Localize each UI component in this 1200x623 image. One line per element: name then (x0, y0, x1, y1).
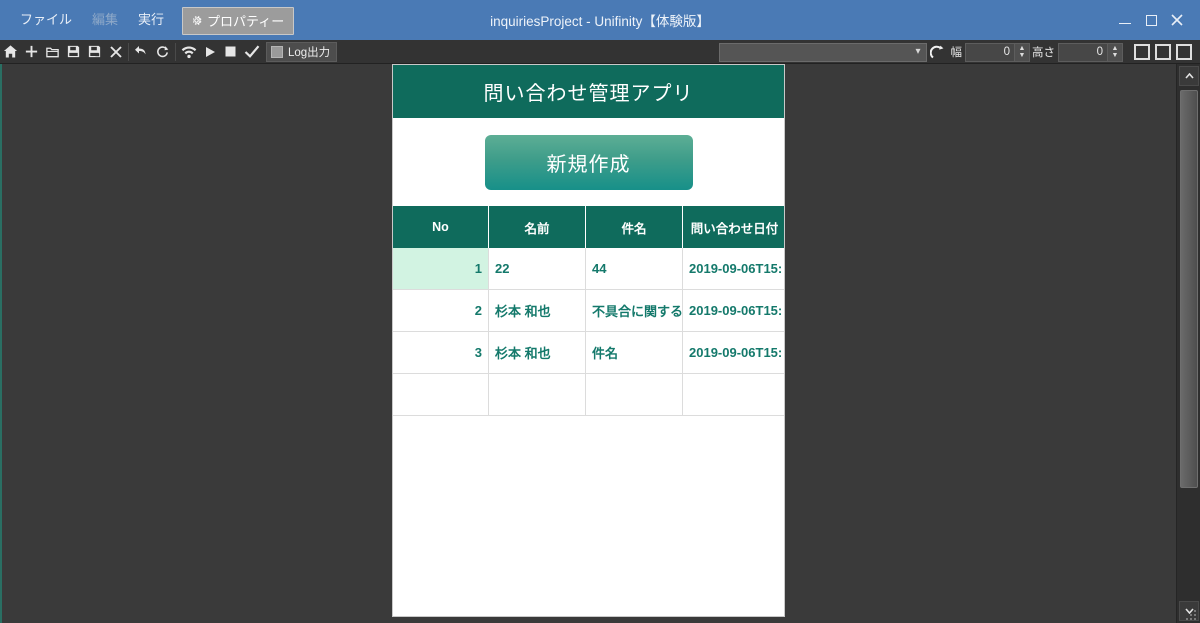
cell-subject[interactable]: 不具合に関する| (586, 290, 683, 332)
width-input[interactable]: 0 (965, 42, 1015, 62)
cell-no[interactable]: 3 (393, 332, 489, 374)
toolbar-separator (175, 42, 176, 61)
close-button[interactable] (1164, 0, 1190, 40)
close-icon (1171, 14, 1183, 26)
cell-date[interactable]: 2019-09-06T15: (683, 332, 784, 374)
table-row[interactable]: 2 杉本 和也 不具合に関する| 2019-09-06T15: (393, 290, 784, 332)
table-header-row: No 名前 件名 問い合わせ日付 (393, 206, 784, 248)
layout-button-1[interactable] (1134, 44, 1150, 60)
gear-icon (190, 14, 203, 27)
height-stepper[interactable]: ▲ ▼ (1108, 42, 1123, 62)
vertical-scrollbar[interactable] (1176, 64, 1200, 623)
height-input[interactable]: 0 (1058, 42, 1108, 62)
close-icon[interactable] (105, 41, 126, 63)
column-header-date[interactable]: 問い合わせ日付 (683, 206, 784, 248)
cell-no[interactable]: 2 (393, 290, 489, 332)
log-output-checkbox-icon (271, 45, 283, 58)
toolbar-run-group (178, 40, 262, 64)
cell-name[interactable] (489, 374, 586, 416)
width-stepper[interactable]: ▲ ▼ (1015, 42, 1030, 62)
menu-bar: ファイル 編集 実行 プロパティー (0, 0, 295, 40)
width-label: 幅 (950, 47, 963, 59)
cell-no[interactable] (393, 374, 489, 416)
cell-subject[interactable]: 44 (586, 248, 683, 290)
table-row[interactable]: 3 杉本 和也 件名 2019-09-06T15: (393, 332, 784, 374)
toolbar-file-group (0, 40, 126, 64)
cell-subject[interactable]: 件名 (586, 332, 683, 374)
toolbar-separator (128, 42, 129, 61)
chevron-up-icon (1184, 73, 1194, 79)
toolbar-edit-group (131, 40, 173, 64)
cell-name[interactable]: 杉本 和也 (489, 290, 586, 332)
column-header-subject[interactable]: 件名 (586, 206, 683, 248)
scrollbar-thumb[interactable] (1180, 90, 1198, 488)
properties-button-label: プロパティー (207, 14, 285, 29)
stepper-up-icon: ▲ (1111, 45, 1119, 52)
play-icon[interactable] (199, 41, 220, 63)
new-button-area: 新規作成 (393, 118, 784, 206)
new-entry-button[interactable]: 新規作成 (484, 134, 693, 190)
stepper-up-icon: ▲ (1018, 45, 1026, 52)
column-header-name[interactable]: 名前 (489, 206, 586, 248)
title-bar: ファイル 編集 実行 プロパティー inquiriesProject - Uni… (0, 0, 1200, 40)
undo-icon[interactable] (131, 41, 152, 63)
cell-no[interactable]: 1 (393, 248, 489, 290)
layout-button-group (1123, 44, 1200, 60)
inquiries-table: No 名前 件名 問い合わせ日付 1 22 44 2019-09-06T15: … (393, 206, 784, 416)
minimize-button[interactable] (1112, 0, 1138, 40)
component-select[interactable]: ▾ (718, 42, 927, 62)
properties-button[interactable]: プロパティー (182, 6, 295, 35)
log-output-label: Log出力 (288, 46, 331, 59)
table-row[interactable] (393, 374, 784, 416)
toolbar: Log出力 ▾ 幅 0 ▲ ▼ 高さ 0 ▲ ▼ (0, 40, 1200, 64)
minimize-icon (1119, 22, 1131, 24)
rotate-icon[interactable] (927, 44, 949, 60)
plus-icon[interactable] (21, 41, 42, 63)
log-output-button[interactable]: Log出力 (266, 41, 338, 62)
table-row[interactable]: 1 22 44 2019-09-06T15: (393, 248, 784, 290)
stepper-down-icon: ▼ (1018, 52, 1026, 59)
column-header-no[interactable]: No (393, 206, 489, 248)
check-icon[interactable] (241, 41, 262, 63)
cell-date[interactable] (683, 374, 784, 416)
folder-icon[interactable] (42, 41, 63, 63)
resize-grip[interactable] (1185, 608, 1199, 622)
design-canvas[interactable]: 問い合わせ管理アプリ 新規作成 No 名前 件名 問い合わせ日付 1 22 44… (0, 64, 1176, 623)
cell-date[interactable]: 2019-09-06T15: (683, 290, 784, 332)
chevron-down-icon: ▾ (915, 46, 921, 57)
stepper-down-icon: ▼ (1111, 52, 1119, 59)
cell-name[interactable]: 22 (489, 248, 586, 290)
application-window: ファイル 編集 実行 プロパティー inquiriesProject - Uni… (0, 0, 1200, 623)
layout-button-2[interactable] (1155, 44, 1171, 60)
menu-item-run[interactable]: 実行 (128, 7, 174, 33)
app-title: 問い合わせ管理アプリ (483, 83, 694, 105)
stop-icon[interactable] (220, 41, 241, 63)
app-header: 問い合わせ管理アプリ (393, 65, 784, 118)
wifi-icon[interactable] (178, 41, 199, 63)
height-label: 高さ (1032, 47, 1055, 59)
reload-icon[interactable] (152, 41, 173, 63)
layout-button-3[interactable] (1176, 44, 1192, 60)
home-icon[interactable] (0, 41, 21, 63)
save-as-icon[interactable] (84, 41, 105, 63)
cell-date[interactable]: 2019-09-06T15: (683, 248, 784, 290)
menu-item-file[interactable]: ファイル (10, 7, 82, 33)
maximize-button[interactable] (1138, 0, 1164, 40)
app-preview-panel: 問い合わせ管理アプリ 新規作成 No 名前 件名 問い合わせ日付 1 22 44… (392, 64, 785, 617)
new-entry-button-label: 新規作成 (546, 153, 631, 176)
save-icon[interactable] (63, 41, 84, 63)
scroll-up-button[interactable] (1179, 66, 1199, 86)
toolbar-right-group: ▾ 幅 0 ▲ ▼ 高さ 0 ▲ ▼ (718, 40, 1200, 64)
cell-subject[interactable] (586, 374, 683, 416)
menu-item-edit[interactable]: 編集 (82, 7, 128, 33)
cell-name[interactable]: 杉本 和也 (489, 332, 586, 374)
window-controls (1112, 0, 1200, 40)
maximize-icon (1145, 14, 1157, 26)
